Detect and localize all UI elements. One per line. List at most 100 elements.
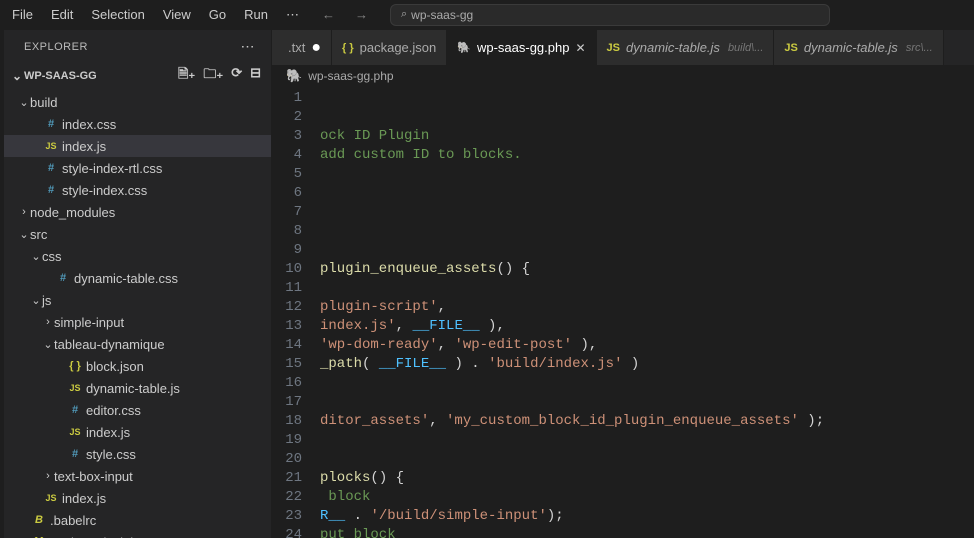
file-index.js[interactable]: JSindex.js — [4, 421, 271, 443]
chevron-right-icon: › — [42, 470, 54, 482]
menu-file[interactable]: File — [4, 3, 41, 26]
file-editor.css[interactable]: #editor.css — [4, 399, 271, 421]
tab-package-json[interactable]: { }package.json — [332, 30, 447, 65]
chevron-right-icon: › — [18, 206, 30, 218]
tab-dynamic-table-js[interactable]: JSdynamic-table.jsbuild\... — [597, 30, 775, 65]
line-number: 11 — [272, 279, 320, 298]
menu-run[interactable]: Run — [236, 3, 276, 26]
nav-back[interactable]: ← — [314, 5, 343, 24]
code-text: index.js', __FILE__ ), — [320, 317, 505, 336]
folder-css[interactable]: ⌄css — [4, 245, 271, 267]
code-line[interactable]: 3ock ID Plugin — [272, 127, 974, 146]
refresh-icon[interactable]: ⟳ — [229, 65, 244, 87]
file-label: index.js — [62, 491, 106, 506]
folder-label: text-box-input — [54, 469, 133, 484]
menu-view[interactable]: View — [155, 3, 199, 26]
file-style.css[interactable]: #style.css — [4, 443, 271, 465]
code-line[interactable]: 6 — [272, 184, 974, 203]
code-line[interactable]: 17 — [272, 393, 974, 412]
css-icon: # — [42, 184, 60, 196]
code-line[interactable]: 4add custom ID to blocks. — [272, 146, 974, 165]
folder-label: css — [42, 249, 62, 264]
folder-simple-input[interactable]: ›simple-input — [4, 311, 271, 333]
code-text: ock ID Plugin — [320, 127, 429, 146]
new-folder-icon[interactable]: 🗀₊ — [201, 65, 225, 87]
code-line[interactable]: 12plugin-script', — [272, 298, 974, 317]
file-index.js[interactable]: JSindex.js — [4, 487, 271, 509]
file-index.css[interactable]: #index.css — [4, 113, 271, 135]
collapse-icon[interactable]: ⊟ — [248, 65, 263, 87]
folder-build[interactable]: ⌄build — [4, 91, 271, 113]
tab-dynamic-table-js[interactable]: JSdynamic-table.jssrc\... — [774, 30, 943, 65]
js-icon: JS — [784, 42, 797, 54]
menu-go[interactable]: Go — [201, 3, 234, 26]
file-block.json[interactable]: { }block.json — [4, 355, 271, 377]
file-label: index.js — [86, 425, 130, 440]
folder-label: js — [42, 293, 51, 308]
folder-js[interactable]: ⌄js — [4, 289, 271, 311]
code-line[interactable]: 24put block — [272, 526, 974, 538]
editor-tabs: .txt●{ }package.json🐘wp-saas-gg.php✕JSdy… — [272, 30, 974, 65]
file-.babelrc[interactable]: B.babelrc — [4, 509, 271, 531]
file-style-index-rtl.css[interactable]: #style-index-rtl.css — [4, 157, 271, 179]
menu-overflow[interactable]: ⋯ — [278, 3, 307, 27]
code-text: plugin_enqueue_assets() { — [320, 260, 530, 279]
breadcrumb[interactable]: 🐘 wp-saas-gg.php — [272, 65, 974, 87]
close-icon[interactable]: ✕ — [575, 41, 585, 55]
menu-edit[interactable]: Edit — [43, 3, 81, 26]
project-header[interactable]: ⌄ WP-SAAS-GG 🗎₊ 🗀₊ ⟳ ⊟ — [4, 63, 271, 91]
new-file-icon[interactable]: 🗎₊ — [176, 65, 197, 87]
file-package-lock.json[interactable]: { }package-lock.json — [4, 531, 271, 538]
file-style-index.css[interactable]: #style-index.css — [4, 179, 271, 201]
dirty-indicator-icon: ● — [311, 40, 321, 56]
line-number: 16 — [272, 374, 320, 393]
tab--txt[interactable]: .txt● — [272, 30, 332, 65]
menu-selection[interactable]: Selection — [83, 3, 152, 26]
code-line[interactable]: 8 — [272, 222, 974, 241]
code-line[interactable]: 2 — [272, 108, 974, 127]
code-text: add custom ID to blocks. — [320, 146, 522, 165]
line-number: 13 — [272, 317, 320, 336]
code-line[interactable]: 22 block — [272, 488, 974, 507]
code-text: 'wp-dom-ready', 'wp-edit-post' ), — [320, 336, 597, 355]
line-number: 23 — [272, 507, 320, 526]
css-icon: # — [54, 272, 72, 284]
line-number: 7 — [272, 203, 320, 222]
folder-tableau-dynamique[interactable]: ⌄tableau-dynamique — [4, 333, 271, 355]
code-line[interactable]: 1 — [272, 89, 974, 108]
code-line[interactable]: 21plocks() { — [272, 469, 974, 488]
css-icon: # — [66, 404, 84, 416]
code-line[interactable]: 13index.js', __FILE__ ), — [272, 317, 974, 336]
code-line[interactable]: 19 — [272, 431, 974, 450]
menu-bar: FileEditSelectionViewGoRun ⋯ ← → ⌕ wp-sa… — [0, 0, 974, 30]
explorer-more-icon[interactable]: ⋯ — [241, 38, 256, 55]
command-center-search[interactable]: ⌕ wp-saas-gg — [390, 4, 830, 26]
tab-wp-saas-gg-php[interactable]: 🐘wp-saas-gg.php✕ — [447, 30, 596, 65]
code-line[interactable]: 5 — [272, 165, 974, 184]
file-dynamic-table.css[interactable]: #dynamic-table.css — [4, 267, 271, 289]
code-text: R__ . '/build/simple-input'); — [320, 507, 564, 526]
code-line[interactable]: 16 — [272, 374, 974, 393]
file-dynamic-table.js[interactable]: JSdynamic-table.js — [4, 377, 271, 399]
php-icon: 🐘 — [286, 68, 302, 84]
code-line[interactable]: 14'wp-dom-ready', 'wp-edit-post' ), — [272, 336, 974, 355]
code-line[interactable]: 15_path( __FILE__ ) . 'build/index.js' ) — [272, 355, 974, 374]
line-number: 9 — [272, 241, 320, 260]
code-line[interactable]: 23R__ . '/build/simple-input'); — [272, 507, 974, 526]
file-index.js[interactable]: JSindex.js — [4, 135, 271, 157]
folder-text-box-input[interactable]: ›text-box-input — [4, 465, 271, 487]
line-number: 2 — [272, 108, 320, 127]
line-number: 3 — [272, 127, 320, 146]
code-line[interactable]: 20 — [272, 450, 974, 469]
folder-src[interactable]: ⌄src — [4, 223, 271, 245]
code-line[interactable]: 18ditor_assets', 'my_custom_block_id_plu… — [272, 412, 974, 431]
code-line[interactable]: 11 — [272, 279, 974, 298]
nav-forward[interactable]: → — [347, 5, 376, 24]
code-editor[interactable]: 123ock ID Plugin4add custom ID to blocks… — [272, 87, 974, 538]
line-number: 20 — [272, 450, 320, 469]
code-line[interactable]: 7 — [272, 203, 974, 222]
folder-node_modules[interactable]: ›node_modules — [4, 201, 271, 223]
folder-label: tableau-dynamique — [54, 337, 165, 352]
code-line[interactable]: 9 — [272, 241, 974, 260]
code-line[interactable]: 10plugin_enqueue_assets() { — [272, 260, 974, 279]
